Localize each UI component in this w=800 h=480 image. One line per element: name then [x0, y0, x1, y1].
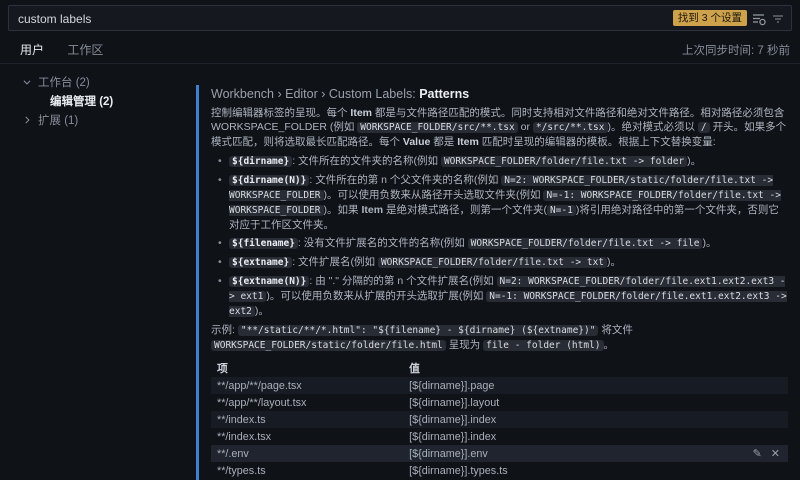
- remove-x-icon[interactable]: ✕: [771, 447, 780, 460]
- inline-code: WORKSPACE_FOLDER/folder/file.txt -> fold…: [441, 156, 687, 167]
- filter-list-icon[interactable]: [751, 11, 767, 27]
- column-header-value: 值: [407, 360, 788, 376]
- toc-item-label: 工作台 (2): [38, 74, 90, 90]
- inline-code: ${dirname(N)}: [229, 175, 309, 186]
- chevron-down-icon[interactable]: [22, 77, 34, 87]
- table-body: **/app/**/page.tsx[${dirname}].page**/ap…: [211, 377, 788, 479]
- inline-code: WORKSPACE_FOLDER/static/folder/file.html: [211, 340, 446, 351]
- variable-bullet-list: ${dirname}: 文件所在的文件夹的名称(例如 WORKSPACE_FOL…: [217, 154, 788, 319]
- setting-title: Patterns: [419, 87, 469, 101]
- row-item-pattern: **/app/**/page.tsx: [211, 380, 407, 392]
- row-item-pattern: **/index.ts: [211, 414, 407, 426]
- setting-description-example: 示例: "**/static/**/*.html": "${filename} …: [211, 323, 788, 353]
- toc-item-label: 编辑管理 (2): [50, 93, 113, 109]
- setting-description-intro: 控制编辑器标签的呈现。每个 Item 都是与文件路径匹配的模式。同时支持相对文件…: [211, 106, 788, 149]
- inline-code: N=-1: [547, 205, 576, 216]
- toc-item-label: 扩展 (1): [38, 112, 78, 128]
- row-item-pattern: **/app/**/layout.tsx: [211, 397, 407, 409]
- variable-bullet: ${filename}: 没有文件扩展名的文件的名称(例如 WORKSPACE_…: [217, 236, 788, 251]
- toc-item-editor-management[interactable]: 编辑管理 (2): [0, 91, 190, 110]
- row-value-template: [${dirname}].page: [407, 380, 788, 392]
- table-row[interactable]: **/app/**/page.tsx[${dirname}].page: [211, 377, 788, 394]
- tab-user[interactable]: 用户: [18, 38, 46, 64]
- table-row[interactable]: **/types.ts[${dirname}].types.ts: [211, 462, 788, 479]
- variable-bullet: ${extname}: 文件扩展名(例如 WORKSPACE_FOLDER/fo…: [217, 255, 788, 270]
- patterns-table: 项 值 **/app/**/page.tsx[${dirname}].page*…: [211, 359, 788, 479]
- breadcrumb-prefix: Workbench › Editor › Custom Labels:: [211, 87, 419, 101]
- settings-toc: 工作台 (2) 编辑管理 (2) 扩展 (1): [0, 72, 190, 129]
- row-actions: ✎✕: [753, 447, 788, 460]
- sync-status-label: 上次同步时间: 7 秒前: [682, 42, 790, 58]
- inline-code: WORKSPACE_FOLDER/folder/file.txt -> file: [468, 238, 703, 249]
- chevron-right-icon[interactable]: [22, 115, 34, 125]
- inline-code: ${dirname}: [229, 156, 292, 167]
- inline-code: file - folder (html): [483, 340, 603, 351]
- setting-breadcrumb: Workbench › Editor › Custom Labels: Patt…: [211, 87, 788, 101]
- table-header-row: 项 值: [211, 359, 788, 377]
- inline-code: WORKSPACE_FOLDER/folder/file.txt -> txt: [378, 257, 607, 268]
- funnel-filter-icon[interactable]: [770, 11, 786, 27]
- inline-code: ${extname}: [229, 257, 292, 268]
- settings-search-input[interactable]: custom labels 找到 3 个设置: [8, 5, 792, 31]
- header-divider: [0, 63, 800, 64]
- row-item-pattern: **/types.ts: [211, 465, 407, 477]
- inline-code: /: [698, 122, 710, 133]
- tab-workspace[interactable]: 工作区: [65, 38, 105, 63]
- inline-code: WORKSPACE_FOLDER/src/**.tsx: [357, 122, 517, 133]
- variable-bullet: ${dirname}: 文件所在的文件夹的名称(例如 WORKSPACE_FOL…: [217, 154, 788, 169]
- inline-code: "**/static/**/*.html": "${filename} - ${…: [238, 325, 599, 336]
- table-row[interactable]: **/index.ts[${dirname}].index: [211, 411, 788, 428]
- row-value-template: [${dirname}].layout: [407, 397, 788, 409]
- setting-item-custom-labels-patterns: Workbench › Editor › Custom Labels: Patt…: [196, 85, 796, 480]
- row-value-template: [${dirname}].types.ts: [407, 465, 788, 477]
- toc-item-workbench[interactable]: 工作台 (2): [0, 72, 190, 91]
- toc-item-extensions[interactable]: 扩展 (1): [0, 110, 190, 129]
- table-row[interactable]: **/app/**/layout.tsx[${dirname}].layout: [211, 394, 788, 411]
- search-input-value[interactable]: custom labels: [18, 12, 91, 26]
- table-row[interactable]: **/.env[${dirname}].env✎✕: [211, 445, 788, 462]
- variable-bullet: ${dirname(N)}: 文件所在的第 n 个父文件夹的名称(例如 N=2:…: [217, 173, 788, 232]
- row-value-template: [${dirname}].env: [407, 448, 752, 460]
- row-item-pattern: **/index.tsx: [211, 431, 407, 443]
- row-item-pattern: **/.env: [211, 448, 407, 460]
- table-row[interactable]: **/index.tsx[${dirname}].index: [211, 428, 788, 445]
- edit-pencil-icon[interactable]: ✎: [753, 447, 762, 460]
- variable-bullet: ${extname(N)}: 由 "." 分隔的的第 n 个文件扩展名(例如 N…: [217, 274, 788, 319]
- results-count-badge: 找到 3 个设置: [673, 10, 747, 26]
- inline-code: N=-1: WORKSPACE_FOLDER/folder/file.ext1.…: [229, 291, 787, 317]
- row-value-template: [${dirname}].index: [407, 414, 788, 426]
- settings-scope-tabs: 用户 工作区 上次同步时间: 7 秒前: [18, 38, 790, 62]
- inline-code: */src/**.tsx: [533, 122, 608, 133]
- inline-code: ${filename}: [229, 238, 298, 249]
- row-value-template: [${dirname}].index: [407, 431, 788, 443]
- column-header-item: 项: [211, 360, 407, 376]
- inline-code: ${extname(N)}: [229, 276, 309, 287]
